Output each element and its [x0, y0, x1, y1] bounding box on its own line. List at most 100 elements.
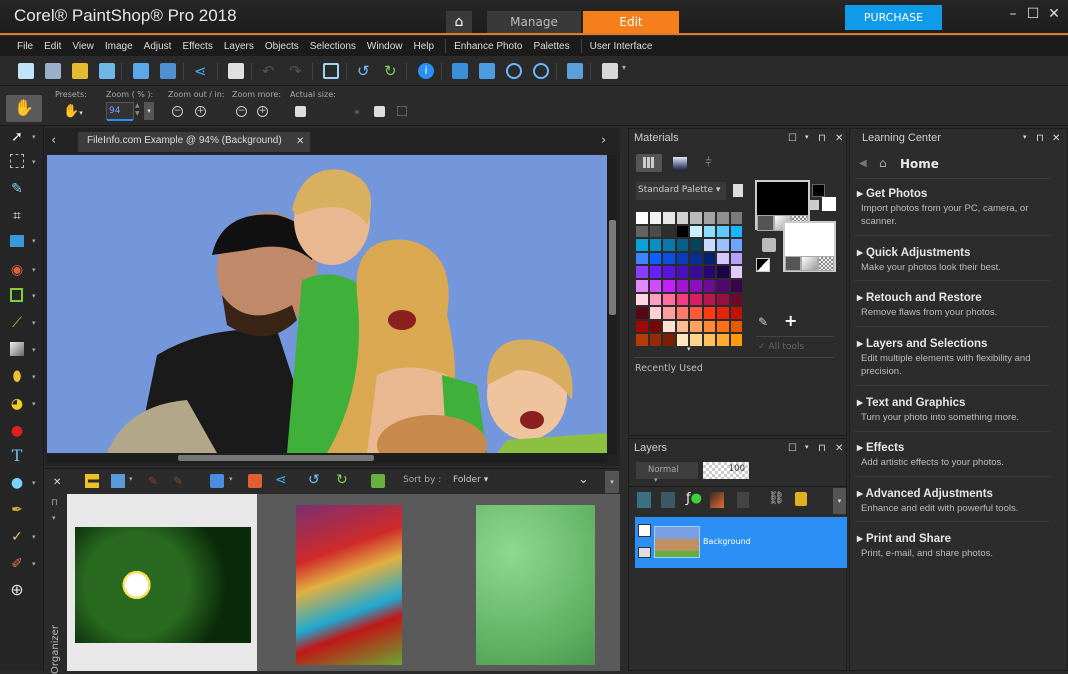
view-thumbnails-icon[interactable]: [85, 474, 99, 488]
layer-style-icon[interactable]: [710, 492, 724, 508]
color-replacer-tool-icon[interactable]: ●: [9, 423, 25, 439]
palette-dropdown[interactable]: Standard Palette ▾: [636, 182, 726, 200]
zoom-fit-icon[interactable]: [567, 63, 583, 79]
menu-enhance-photo[interactable]: Enhance Photo: [454, 41, 522, 52]
zoom-spinner[interactable]: ▲ ▼: [135, 102, 143, 120]
back-icon[interactable]: ◀: [859, 158, 867, 169]
sort-dropdown[interactable]: Folder ▾: [453, 475, 488, 485]
color-swatch[interactable]: [635, 306, 649, 320]
color-swatch[interactable]: [729, 319, 743, 334]
horizontal-scroll-thumb[interactable]: [178, 455, 374, 461]
menu-image[interactable]: Image: [105, 41, 133, 52]
color-swatch[interactable]: [729, 238, 743, 252]
color-swatch[interactable]: [716, 278, 730, 293]
color-swatch[interactable]: [702, 292, 716, 307]
move-layer-down-icon[interactable]: [661, 492, 675, 508]
dropper-tool-icon[interactable]: ✎: [9, 181, 25, 197]
color-swatch[interactable]: [662, 292, 676, 307]
color-swatch[interactable]: [635, 251, 649, 266]
view-details-icon[interactable]: [111, 474, 125, 488]
zoom-in-icon[interactable]: +: [195, 106, 206, 117]
color-swatch[interactable]: [689, 292, 703, 307]
foreground-mini-swatch[interactable]: [812, 184, 825, 197]
close-organizer-icon[interactable]: ✕: [53, 477, 61, 488]
color-swatch[interactable]: [729, 251, 743, 266]
adjust-tab-icon[interactable]: ⫩: [705, 155, 712, 170]
move-layer-up-icon[interactable]: [637, 492, 651, 508]
color-swatch[interactable]: [729, 333, 743, 347]
lc-item-print-and-share[interactable]: ▸ Print and Share Print, e-mail, and shar…: [857, 531, 1057, 560]
color-swatch[interactable]: [662, 278, 676, 293]
color-swatch[interactable]: [675, 238, 689, 252]
color-swatch[interactable]: [716, 265, 730, 279]
clone-tool-icon[interactable]: ✐: [9, 556, 25, 572]
lc-item-retouch-and-restore[interactable]: ▸ Retouch and Restore Remove flaws from y…: [857, 290, 1057, 319]
color-swatch[interactable]: [662, 306, 676, 320]
chevron-down-icon[interactable]: ▾: [805, 133, 809, 141]
menu-help[interactable]: Help: [413, 41, 434, 52]
gradient-tab-icon[interactable]: [673, 157, 687, 169]
color-swatch[interactable]: [702, 306, 716, 320]
color-swatch[interactable]: [675, 224, 689, 239]
untag-icon[interactable]: ✎: [173, 474, 183, 488]
color-swatch[interactable]: [729, 278, 743, 293]
document-tab[interactable]: FileInfo.com Example @ 94% (Background): [78, 132, 310, 152]
color-swatch[interactable]: [716, 224, 730, 239]
color-swatch[interactable]: [689, 238, 703, 252]
color-swatch[interactable]: [689, 306, 703, 320]
color-style-icon[interactable]: [786, 257, 801, 270]
zoom-slider[interactable]: [107, 119, 133, 121]
pattern-style-icon[interactable]: [818, 257, 833, 270]
color-swatch[interactable]: [648, 333, 662, 347]
rotate-left-icon[interactable]: ↺: [357, 63, 373, 79]
shape-tool-icon[interactable]: ●: [9, 475, 25, 491]
color-swatch[interactable]: [662, 211, 676, 225]
presets-dropdown[interactable]: ✋▾: [63, 104, 83, 119]
color-swatch[interactable]: [702, 278, 716, 293]
color-swatch[interactable]: [729, 306, 743, 320]
color-swatch[interactable]: [635, 224, 649, 239]
pan-tool-button[interactable]: ✋: [6, 95, 42, 122]
purchase-button[interactable]: PURCHASE: [845, 5, 942, 30]
opacity-input[interactable]: 100: [703, 462, 749, 479]
menu-layers[interactable]: Layers: [224, 41, 254, 52]
zoom-more-in-icon[interactable]: +: [257, 106, 268, 117]
swap-colors-icon[interactable]: [762, 238, 776, 252]
undo-icon[interactable]: ↶: [262, 63, 278, 79]
reset-colors-icon[interactable]: [756, 258, 770, 272]
lc-item-text-and-graphics[interactable]: ▸ Text and Graphics Turn your photo into …: [857, 395, 1057, 424]
actual-size-icon[interactable]: [452, 63, 468, 79]
color-swatch[interactable]: [675, 278, 689, 293]
menu-user-interface[interactable]: User Interface: [590, 41, 653, 52]
selection-tool-icon[interactable]: [10, 154, 24, 168]
color-swatch[interactable]: [635, 265, 649, 279]
color-swatch[interactable]: [716, 319, 730, 334]
menu-effects[interactable]: Effects: [182, 41, 212, 52]
float-icon[interactable]: ☐: [788, 443, 797, 454]
rotate-left-icon[interactable]: ↺: [308, 472, 320, 488]
color-swatch[interactable]: [689, 333, 703, 347]
color-swatch[interactable]: [702, 224, 716, 239]
color-swatch[interactable]: [648, 238, 662, 252]
minimize-icon[interactable]: –: [1005, 6, 1021, 22]
zoom-input[interactable]: 94: [106, 102, 134, 120]
scan-icon[interactable]: [99, 63, 115, 79]
layer-name[interactable]: Background: [703, 537, 751, 546]
tag-icon[interactable]: ✎: [148, 474, 158, 488]
fullscreen-icon[interactable]: [397, 106, 407, 116]
menu-adjust[interactable]: Adjust: [144, 41, 172, 52]
green-leaves-photo[interactable]: [476, 505, 595, 665]
home-icon[interactable]: ⌂: [879, 156, 887, 170]
text-tool-icon[interactable]: T: [9, 448, 25, 464]
color-swatch[interactable]: [702, 319, 716, 334]
open-icon[interactable]: [72, 63, 88, 79]
new-icon[interactable]: [18, 63, 34, 79]
home-tab[interactable]: ⌂: [446, 11, 472, 33]
chevron-down-icon[interactable]: ▾: [805, 443, 809, 451]
color-swatch[interactable]: [675, 292, 689, 307]
color-swatch[interactable]: [648, 306, 662, 320]
color-swatch[interactable]: [716, 306, 730, 320]
close-panel-icon[interactable]: ✕: [835, 443, 843, 454]
color-swatch[interactable]: [675, 306, 689, 320]
visibility-icon[interactable]: [638, 547, 651, 558]
